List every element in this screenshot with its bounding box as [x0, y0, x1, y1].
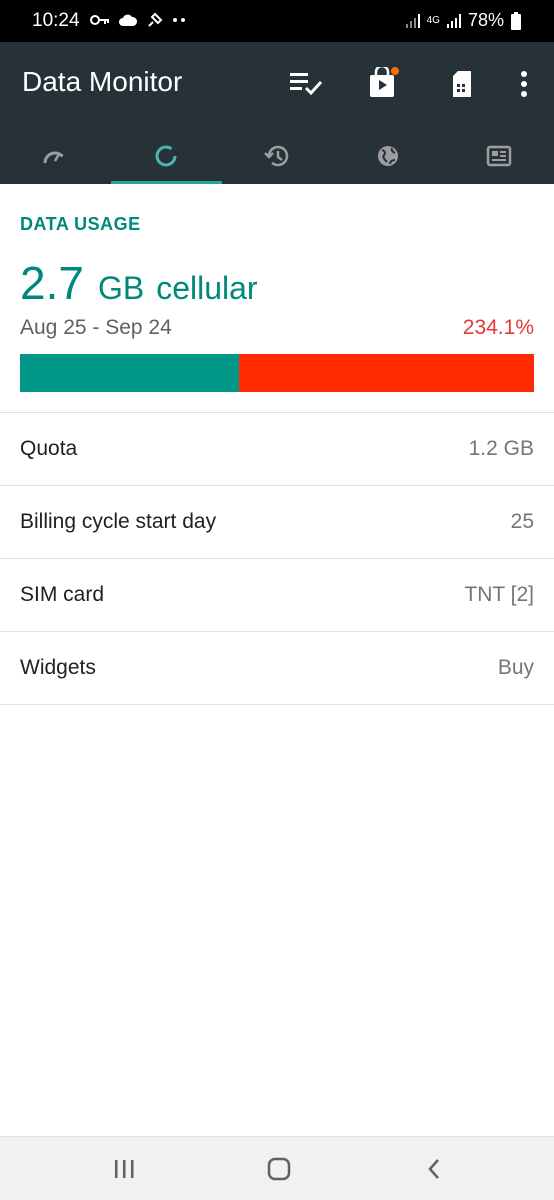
back-button[interactable]: [420, 1155, 448, 1183]
more-vert-icon: [521, 71, 527, 97]
recents-button[interactable]: [110, 1155, 138, 1183]
sim-card-value: TNT [2]: [464, 583, 534, 606]
billing-period: Aug 25 - Sep 24: [20, 316, 172, 339]
more-options-button[interactable]: [504, 64, 544, 104]
home-icon: [267, 1157, 291, 1181]
tab-usage[interactable]: [110, 128, 222, 184]
cloud-icon: [119, 14, 138, 26]
recents-icon: [115, 1160, 134, 1178]
back-icon: [428, 1159, 439, 1179]
history-icon: [264, 145, 289, 167]
playlist-check-icon: [290, 73, 323, 96]
billing-cycle-value: 25: [510, 510, 534, 533]
donut-icon: [155, 145, 177, 167]
usage-percent: 234.1%: [462, 316, 534, 339]
usage-value: 2.7: [20, 257, 84, 309]
tab-speed[interactable]: [0, 128, 111, 184]
usage-summary: 2.7 GB cellular: [20, 256, 258, 310]
app-title: Data Monitor: [22, 66, 183, 97]
quota-label: Quota: [20, 437, 78, 460]
store-badge-icon: [370, 67, 399, 97]
tab-history[interactable]: [222, 128, 333, 184]
settings-list: Quota 1.2 GB Billing cycle start day 25 …: [0, 412, 554, 705]
dots-icon: [173, 18, 185, 22]
key-icon: [90, 15, 109, 25]
home-button[interactable]: [265, 1155, 293, 1183]
section-label: DATA USAGE: [20, 214, 141, 234]
speedometer-icon: [43, 151, 67, 164]
widgets-label: Widgets: [20, 656, 96, 679]
tab-widgets[interactable]: [443, 128, 554, 184]
network-type: 4G: [426, 14, 440, 26]
status-time: 10:24: [32, 10, 80, 31]
usage-progress-fill: [20, 354, 240, 392]
widgets-row[interactable]: Widgets Buy: [0, 632, 554, 705]
status-bar: 10:24 4G 78%: [0, 0, 554, 42]
store-button[interactable]: [362, 64, 402, 104]
tab-bar: [0, 128, 554, 184]
sim-card-button[interactable]: [442, 64, 482, 104]
usage-type: cellular: [156, 270, 258, 306]
signal-icon: [405, 13, 420, 28]
battery-percent: 78%: [467, 10, 504, 30]
billing-cycle-row[interactable]: Billing cycle start day 25: [0, 486, 554, 559]
widgets-icon: [486, 145, 511, 167]
playlist-check-button[interactable]: [286, 64, 326, 104]
usage-unit: GB: [97, 270, 145, 306]
app-bar: Data Monitor: [0, 42, 554, 184]
sim-card-label: SIM card: [20, 583, 105, 606]
usage-progress-bar: [20, 354, 534, 392]
system-nav-bar: [0, 1136, 554, 1200]
widgets-value: Buy: [497, 656, 534, 679]
billing-cycle-label: Billing cycle start day: [20, 510, 217, 533]
globe-icon: [377, 146, 398, 166]
quota-value: 1.2 GB: [468, 437, 534, 460]
satellite-icon: [148, 12, 163, 27]
tab-global[interactable]: [332, 128, 443, 184]
sim-card-icon: [453, 71, 471, 97]
signal-icon: [446, 13, 461, 28]
battery-icon: [511, 11, 521, 30]
quota-row[interactable]: Quota 1.2 GB: [0, 413, 554, 486]
sim-card-row[interactable]: SIM card TNT [2]: [0, 559, 554, 632]
